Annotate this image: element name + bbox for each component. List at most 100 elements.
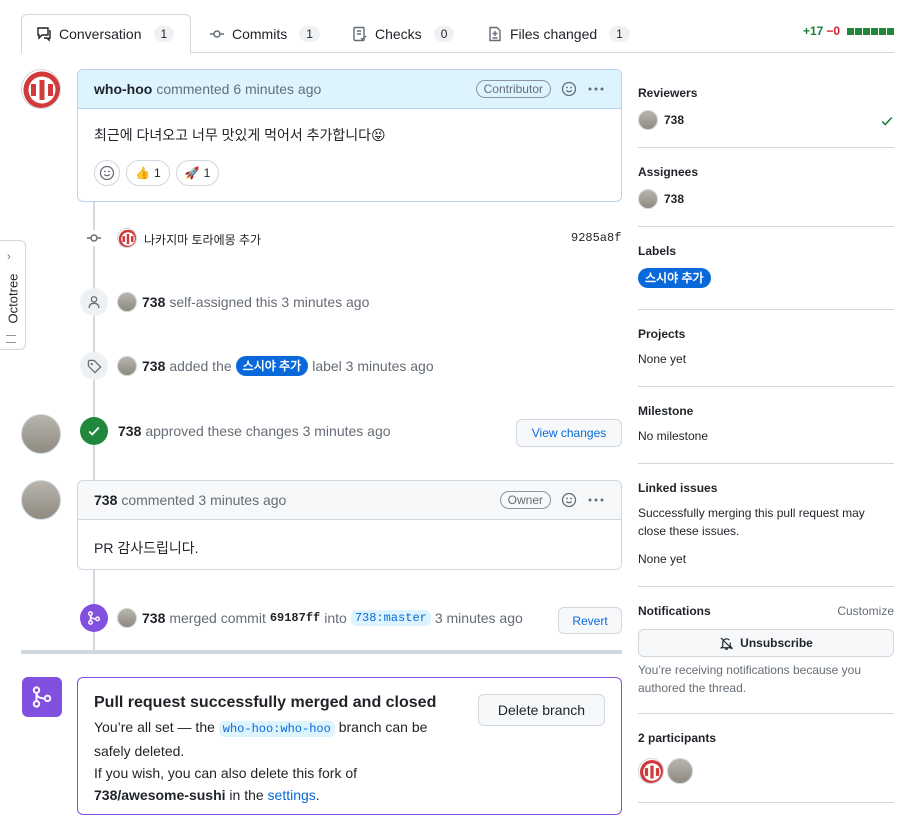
check-icon xyxy=(80,417,108,445)
timeline-divider xyxy=(21,650,622,654)
commit-icon xyxy=(209,26,225,42)
tab-counter: 1 xyxy=(299,25,320,42)
sidebar-heading[interactable]: Milestone xyxy=(638,404,894,418)
event-user[interactable]: 738 xyxy=(118,423,141,439)
comment-meta[interactable]: commented 6 minutes ago xyxy=(156,81,321,97)
sidebar-linked-issues: Linked issues Successfully merging this … xyxy=(638,481,894,587)
event-text: added the xyxy=(169,358,232,374)
avatar[interactable] xyxy=(667,758,693,784)
avatar[interactable] xyxy=(117,228,137,248)
event-user[interactable]: 738 xyxy=(142,294,165,310)
unsubscribe-button[interactable]: Unsubscribe xyxy=(638,629,894,657)
add-reaction-button[interactable] xyxy=(94,160,120,186)
sidebar-projects: Projects None yet xyxy=(638,327,894,387)
sidebar-heading[interactable]: Reviewers xyxy=(638,86,894,100)
avatar[interactable] xyxy=(117,608,137,628)
tab-counter: 0 xyxy=(433,25,455,42)
event-labeled: 738 added the 스시야 추가 label 3 minutes ago xyxy=(80,352,434,380)
sidebar-heading[interactable]: Labels xyxy=(638,244,894,258)
sidebar-heading[interactable]: Projects xyxy=(638,327,894,341)
sidebar-heading[interactable]: Assignees xyxy=(638,165,894,179)
avatar[interactable] xyxy=(117,356,137,376)
tag-icon xyxy=(80,352,108,380)
comment-author[interactable]: who-hoo xyxy=(94,81,152,97)
label-badge[interactable]: 스시야 추가 xyxy=(235,356,309,376)
merge-status-box: Pull request successfully merged and clo… xyxy=(77,677,622,815)
assignee-name[interactable]: 738 xyxy=(664,192,684,206)
commit-message[interactable]: 나카지마 토라에몽 추가 xyxy=(144,231,261,248)
commit-sha[interactable]: 9285a8f xyxy=(571,231,621,245)
reaction-rocket[interactable]: 🚀 1 xyxy=(175,160,220,186)
kebab-horizontal-icon[interactable] xyxy=(587,81,605,97)
avatar[interactable] xyxy=(638,189,658,209)
git-merge-icon xyxy=(22,677,62,717)
sidebar-labels: Labels 스시야 추가 xyxy=(638,244,894,310)
conversation-icon xyxy=(36,26,52,42)
tab-commits[interactable]: Commits 1 xyxy=(195,14,334,53)
tab-checks[interactable]: Checks 0 xyxy=(338,14,468,53)
checklist-icon xyxy=(352,26,368,42)
chevron-right-icon: › xyxy=(7,251,11,263)
grip-icon xyxy=(6,335,16,343)
tab-counter: 1 xyxy=(609,25,630,42)
tab-label: Commits xyxy=(232,25,288,42)
comment-body: 최근에 다녀오고 너무 맛있게 먹어서 추가합니다😝 xyxy=(94,127,386,143)
sidebar-notifications: Notifications Customize Unsubscribe You’… xyxy=(638,604,894,714)
person-icon xyxy=(80,288,108,316)
smiley-icon[interactable] xyxy=(561,492,577,508)
pr-tab-bar: Conversation 1 Commits 1 Checks 0 Files … xyxy=(21,14,894,54)
delete-branch-button[interactable]: Delete branch xyxy=(478,694,605,726)
customize-link[interactable]: Customize xyxy=(837,604,894,618)
merge-commit-sha[interactable]: 69187ff xyxy=(270,611,320,625)
tab-conversation[interactable]: Conversation 1 xyxy=(21,14,191,54)
event-user[interactable]: 738 xyxy=(142,358,165,374)
event-text: approved these changes 3 minutes ago xyxy=(145,423,391,439)
settings-link[interactable]: settings xyxy=(268,787,316,803)
avatar[interactable] xyxy=(21,69,61,109)
event-text: into xyxy=(324,610,347,626)
reactions-bar: 👍 1 🚀 1 xyxy=(94,160,225,186)
head-branch[interactable]: who-hoo:who-hoo xyxy=(218,721,335,737)
view-changes-button[interactable]: View changes xyxy=(516,419,622,447)
avatar[interactable] xyxy=(117,292,137,312)
reviewer-name[interactable]: 738 xyxy=(664,113,684,127)
comment-box: who-hoo commented 6 minutes ago Contribu… xyxy=(77,69,622,202)
base-branch[interactable]: 738:master xyxy=(350,610,431,626)
avatar[interactable] xyxy=(638,110,658,130)
role-badge: Owner xyxy=(499,491,551,509)
diffstat-blocks xyxy=(846,24,894,38)
event-text: merged commit xyxy=(169,610,266,626)
bell-slash-icon xyxy=(719,636,734,651)
sidebar-heading[interactable]: Linked issues xyxy=(638,481,894,495)
tab-label: Checks xyxy=(375,25,422,42)
merge-title: Pull request successfully merged and clo… xyxy=(94,694,437,711)
check-icon xyxy=(880,114,894,128)
comment-author[interactable]: 738 xyxy=(94,492,117,508)
file-diff-icon xyxy=(487,26,503,42)
kebab-horizontal-icon[interactable] xyxy=(587,492,605,508)
octotree-label: Octotree xyxy=(5,273,21,324)
merge-description: You’re all set — the who-hoo:who-hoo bra… xyxy=(94,719,428,803)
comment-header: 738 commented 3 minutes ago Owner xyxy=(78,481,621,520)
tab-files-changed[interactable]: Files changed 1 xyxy=(473,14,644,53)
avatar[interactable] xyxy=(638,758,664,784)
octotree-toggle[interactable]: › Octotree xyxy=(0,240,26,350)
comment-meta[interactable]: commented 3 minutes ago xyxy=(121,492,286,508)
avatar[interactable] xyxy=(21,480,61,520)
participants-avatars xyxy=(638,758,894,784)
sidebar-heading: 2 participants xyxy=(638,731,717,745)
diffstat-additions: +17 xyxy=(802,24,824,38)
smiley-icon[interactable] xyxy=(561,81,577,97)
event-merged: 738 merged commit 69187ff into 738:maste… xyxy=(80,604,523,632)
avatar[interactable] xyxy=(21,414,61,454)
linked-issues-value: None yet xyxy=(638,552,687,566)
fork-repo-name: 738/awesome-sushi xyxy=(94,787,226,803)
sidebar-participants: 2 participants xyxy=(638,731,894,803)
event-user[interactable]: 738 xyxy=(142,610,165,626)
revert-button[interactable]: Revert xyxy=(558,607,622,634)
notifications-description: You’re receiving notifications because y… xyxy=(638,663,862,695)
rocket-icon: 🚀 xyxy=(184,166,200,180)
reaction-thumbs-up[interactable]: 👍 1 xyxy=(126,160,170,186)
label-badge[interactable]: 스시야 추가 xyxy=(638,268,711,288)
linked-issues-description: Successfully merging this pull request m… xyxy=(638,506,865,538)
